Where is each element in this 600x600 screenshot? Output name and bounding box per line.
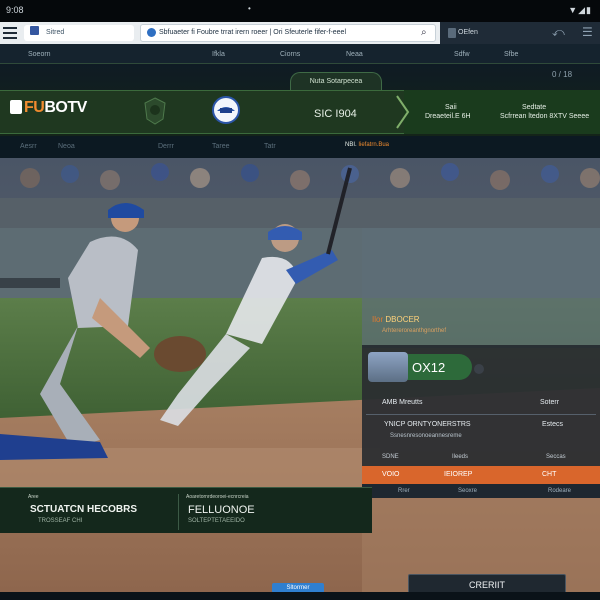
odds-col: Ileeds: [452, 454, 469, 460]
odds-footer: Rrer Seoxre Rodeare: [362, 484, 600, 498]
profile-area: OEfen ⤺ ☰: [440, 22, 600, 44]
nav-item[interactable]: Ifkla: [212, 51, 225, 58]
sub-nav: Aesrr Neoa Derrr Taree Tatr: [0, 136, 600, 158]
back-arrow-icon[interactable]: ⤺: [552, 25, 565, 40]
browser-tab[interactable]: Sitred: [24, 25, 134, 41]
score-tab[interactable]: Nuta Sotarpecea: [290, 72, 382, 90]
top-nav: Soeorn Ifkla Ciorns Neaa Sdfw Sfbe: [0, 44, 600, 64]
odds-foot-item[interactable]: Seoxre: [458, 488, 477, 494]
odds-subheading: Arhtereroreanthgnorthef: [382, 328, 447, 334]
odds-col: Seccas: [546, 454, 566, 460]
stat-label: Saii: [445, 104, 457, 111]
odds-foot-item[interactable]: Rodeare: [548, 488, 571, 494]
odds-row-label: YNICP ORNTYONERSTRS: [384, 421, 471, 428]
header-date: 0 / 18: [552, 70, 573, 79]
divider: [178, 494, 179, 530]
nav-item[interactable]: Sdfw: [454, 51, 470, 58]
status-center-glyph: •: [248, 4, 251, 13]
nav-item[interactable]: Ciorns: [280, 51, 300, 58]
status-time: 9:08: [6, 5, 24, 15]
info-title[interactable]: FELLUONOE: [188, 504, 255, 516]
divider: [366, 414, 596, 415]
live-tab-highlight: Iiefatrn.Bua: [358, 142, 390, 148]
more-menu-icon[interactable]: ☰: [582, 25, 593, 39]
subnav-item[interactable]: Derrr: [158, 143, 174, 150]
score-text: SIC I904: [314, 108, 357, 120]
odds-bar-item: CHT: [542, 471, 557, 478]
mets-logo-icon: [212, 96, 240, 124]
status-indicators: ▼◢▮: [568, 5, 592, 15]
stat-value: Dreaeteil.E 6H: [425, 113, 471, 120]
fubotv-logo[interactable]: FUBOTV: [10, 99, 120, 121]
odds-heading-prefix: Ilor: [372, 315, 384, 324]
chevron-right-icon: [396, 95, 410, 129]
nav-item[interactable]: Soeorn: [28, 51, 51, 58]
info-title[interactable]: SCTUATCN HECOBRS: [30, 504, 137, 515]
odds-col: SDNE: [382, 454, 399, 460]
odds-heading-main: DBOCER: [385, 315, 420, 324]
nav-item[interactable]: Sfbe: [504, 51, 518, 58]
status-bar: 9:08 • ▼◢▮: [0, 0, 600, 22]
team-crest-icon: [144, 97, 166, 125]
logo-text-rest: BOTV: [44, 99, 87, 116]
odds-row-note: Ssnesnresonoeannesreme: [390, 433, 462, 439]
profile-label[interactable]: OEfen: [458, 29, 478, 36]
address-bar-text: Sbfuaeter fi Foubre trrat irern roeer | …: [159, 29, 347, 36]
nav-item[interactable]: Neaa: [346, 51, 363, 58]
subnav-item[interactable]: Neoa: [58, 143, 75, 150]
subnav-item[interactable]: Tatr: [264, 143, 276, 150]
home-icon: [30, 26, 39, 35]
hamburger-menu-icon[interactable]: [3, 27, 17, 39]
logo-text-fu: FU: [24, 99, 45, 116]
odds-row-value[interactable]: Soterr: [540, 399, 559, 406]
subnav-item[interactable]: Taree: [212, 143, 230, 150]
info-small-label: Aree: [28, 494, 39, 500]
browser-tab-label: Sitred: [46, 29, 65, 36]
site-info-icon[interactable]: [147, 28, 156, 37]
live-tab[interactable]: NBI. Iiefatrn.Bua: [332, 142, 402, 154]
extra-value: Scfrrean ltedon 8XTV Seeee: [500, 113, 590, 120]
info-subtitle: TROSSEAF CHI: [38, 518, 83, 524]
profile-icon[interactable]: [448, 28, 456, 38]
odds-highlight-bar[interactable]: VOIO IEIOREP CHT: [362, 466, 600, 484]
scorebar-stats: [404, 90, 600, 134]
odds-row-value[interactable]: Estecs: [542, 421, 563, 428]
odds-foot-item[interactable]: Rrer: [398, 488, 410, 494]
odds-heading: Ilor DBOCER: [372, 315, 420, 324]
odds-row-label: AMB Mreutts: [382, 399, 423, 406]
extra-label: Sedtate: [522, 104, 547, 111]
address-bar[interactable]: Sbfuaeter fi Foubre trrat irern roeer | …: [140, 24, 436, 42]
subnav-item[interactable]: Aesrr: [20, 143, 37, 150]
odds-bar-item: IEIOREP: [444, 471, 473, 478]
info-small-label: Aoaretornrdeoroei-ecnrcreia: [186, 494, 249, 500]
video-thumbnail[interactable]: [368, 352, 408, 382]
toggle-dot-icon[interactable]: [474, 364, 484, 374]
odds-bar-item: VOIO: [382, 471, 400, 478]
bottom-strip: [0, 592, 600, 600]
logo-mark-icon: [10, 100, 22, 114]
search-icon[interactable]: ⌕: [421, 27, 427, 38]
live-tab-prefix: NBI.: [344, 142, 357, 148]
info-subtitle: SOLTEPTETAEEIDO: [188, 518, 245, 524]
